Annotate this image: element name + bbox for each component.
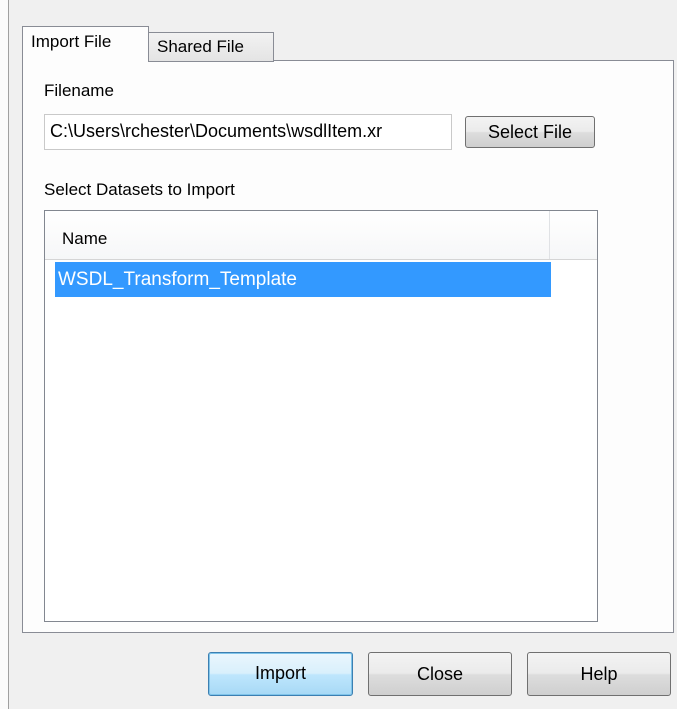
tab-shared-file-label: Shared File — [157, 37, 244, 56]
datasets-list[interactable]: Name WSDL_Transform_Template — [44, 210, 598, 622]
filename-field[interactable]: C:\Users\rchester\Documents\wsdlItem.xr — [44, 114, 452, 150]
import-button[interactable]: Import — [208, 652, 353, 696]
tab-import-file-label: Import File — [31, 32, 112, 51]
datasets-list-header: Name — [45, 211, 597, 260]
close-button[interactable]: Close — [368, 652, 512, 696]
window-left-edge — [0, 0, 9, 709]
help-button[interactable]: Help — [527, 652, 671, 696]
column-header-name[interactable]: Name — [45, 211, 550, 259]
tab-import-file[interactable]: Import File — [22, 26, 149, 62]
column-header-filler — [550, 211, 597, 259]
select-file-button[interactable]: Select File — [465, 116, 595, 148]
filename-label: Filename — [44, 81, 114, 100]
datasets-label: Select Datasets to Import — [44, 180, 235, 199]
list-item[interactable]: WSDL_Transform_Template — [55, 262, 551, 297]
tab-shared-file[interactable]: Shared File — [149, 32, 274, 62]
